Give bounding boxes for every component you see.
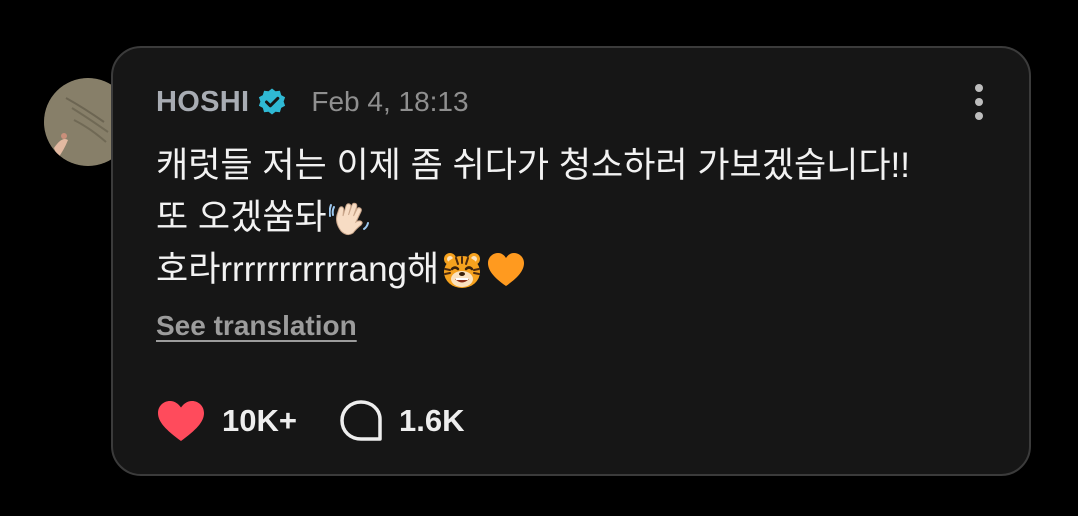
orange-heart-icon bbox=[488, 253, 525, 286]
post-line: 또 오겠쑴돠 bbox=[156, 192, 986, 244]
post-body: 캐럿들 저는 이제 좀 쉬다가 청소하러 가보겠습니다!! 또 오겠쑴돠 호라r… bbox=[156, 140, 986, 296]
more-options-icon[interactable] bbox=[973, 84, 985, 120]
post-line: 호라rrrrrrrrrrrang해 bbox=[156, 244, 986, 296]
post-line: 캐럿들 저는 이제 좀 쉬다가 청소하러 가보겠습니다!! bbox=[156, 140, 986, 192]
like-count: 10K+ bbox=[222, 403, 297, 438]
like-button[interactable]: 10K+ bbox=[156, 399, 297, 443]
comment-bubble-icon bbox=[340, 400, 382, 441]
post-header: HOSHI Feb 4, 18:13 bbox=[156, 84, 469, 120]
heart-icon bbox=[158, 401, 204, 441]
tiger-face-icon bbox=[444, 253, 481, 288]
verified-badge-icon bbox=[259, 88, 286, 115]
post-actions: 10K+ 1.6K bbox=[156, 396, 464, 446]
post-line-text: 호라rrrrrrrrrrrang해 bbox=[156, 250, 440, 289]
comment-count: 1.6K bbox=[398, 403, 465, 438]
post-line-text: 또 오겠쑴돠 bbox=[156, 198, 327, 237]
more-dot bbox=[975, 98, 983, 106]
see-translation-link[interactable]: See translation bbox=[156, 310, 357, 342]
waving-hand-icon bbox=[328, 202, 369, 236]
author-name[interactable]: HOSHI bbox=[156, 86, 249, 119]
post-timestamp: Feb 4, 18:13 bbox=[311, 86, 469, 117]
comment-button[interactable]: 1.6K bbox=[339, 399, 464, 443]
more-dot bbox=[975, 84, 983, 92]
post-card: HOSHI Feb 4, 18:13 캐럿들 저는 이제 좀 쉬다가 청소하러 … bbox=[111, 46, 1031, 476]
screen: HOSHI Feb 4, 18:13 캐럿들 저는 이제 좀 쉬다가 청소하러 … bbox=[0, 0, 1078, 516]
more-dot bbox=[975, 112, 983, 120]
post-line-text: 캐럿들 저는 이제 좀 쉬다가 청소하러 가보겠습니다!! bbox=[156, 146, 910, 185]
